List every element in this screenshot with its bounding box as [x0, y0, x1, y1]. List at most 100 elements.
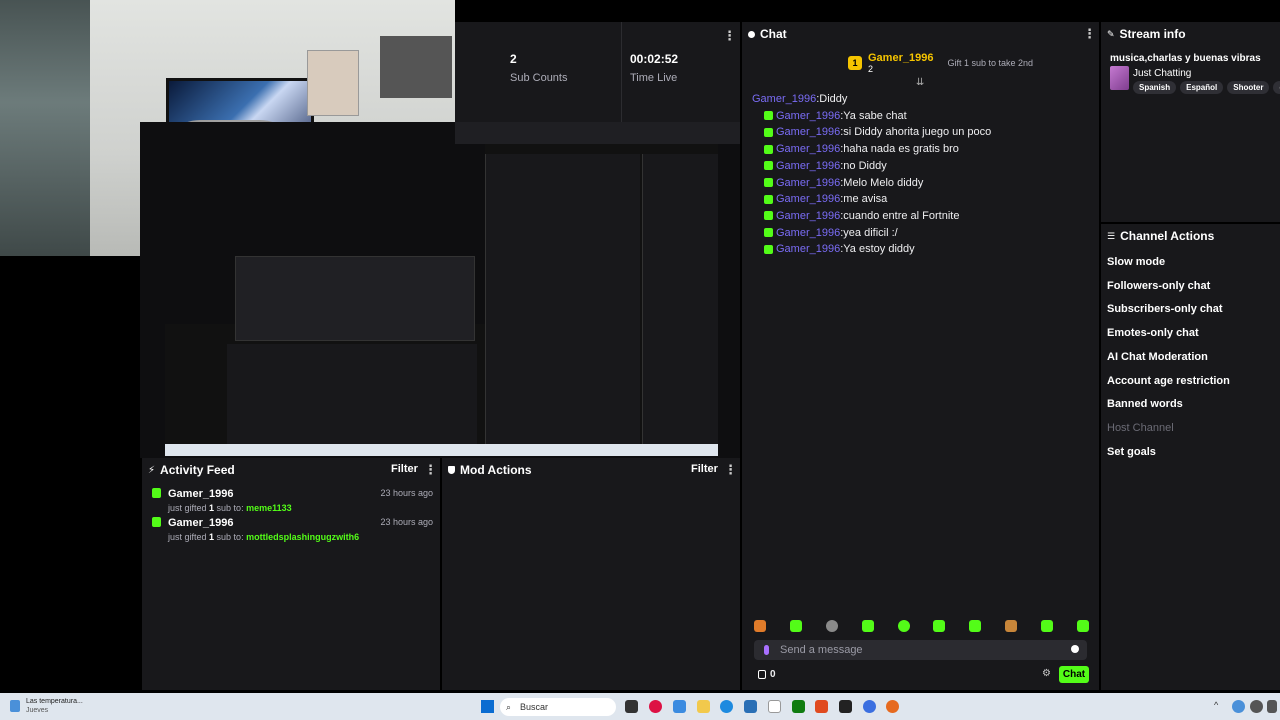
- weather-line-2: Jueves: [26, 707, 49, 714]
- weather-icon[interactable]: [10, 700, 20, 712]
- chat-text: Melo Melo diddy: [843, 176, 924, 189]
- chat-message: Gamer_1996: me avisa: [764, 193, 887, 205]
- panel-title: Mod Actions: [460, 463, 532, 477]
- activity-detail: just gifted 1 sub to: meme1133: [168, 503, 292, 513]
- task-view-icon[interactable]: [625, 700, 638, 713]
- chat-username[interactable]: Gamer_1996: [776, 193, 840, 205]
- stream-preview: [165, 144, 718, 456]
- chat-username[interactable]: Gamer_1996: [776, 210, 840, 222]
- emote-icon[interactable]: [897, 620, 910, 632]
- channel-action-item[interactable]: Subscribers-only chat: [1107, 303, 1223, 315]
- channel-action-item[interactable]: Slow mode: [1107, 256, 1165, 268]
- tag[interactable]: Español: [1180, 81, 1224, 94]
- kebab-menu-icon[interactable]: ⋮: [723, 28, 736, 44]
- emote-icon[interactable]: [754, 620, 766, 632]
- pinned-gifter[interactable]: 1 Gamer_1996 2 Gift 1 sub to take 2nd: [848, 52, 1033, 74]
- filter-button[interactable]: Filter: [691, 463, 718, 475]
- chat-username[interactable]: Gamer_1996: [776, 227, 840, 239]
- stream-tags: SpanishEspañolShooterchill: [1133, 81, 1280, 94]
- emote-icon[interactable]: [1076, 620, 1089, 632]
- battery-icon[interactable]: [1267, 700, 1277, 713]
- subscriber-badge-icon: [764, 144, 773, 154]
- app-icon[interactable]: [649, 700, 662, 713]
- document-icon[interactable]: [768, 700, 781, 713]
- channel-action-item[interactable]: Banned words: [1107, 398, 1183, 410]
- chat-username[interactable]: Gamer_1996: [776, 177, 840, 189]
- panel-title: Stream info: [1119, 27, 1186, 41]
- kebab-menu-icon[interactable]: ⋮: [424, 462, 437, 478]
- chat-username[interactable]: Gamer_1996: [752, 93, 816, 105]
- chat-username[interactable]: Gamer_1996: [776, 143, 840, 155]
- chat-username[interactable]: Gamer_1996: [776, 243, 840, 255]
- microphone-icon[interactable]: [764, 645, 769, 655]
- emote-icon[interactable]: [789, 620, 802, 632]
- activity-time: 23 hours ago: [380, 488, 433, 498]
- pinned-text: Gift 1 sub to take 2nd: [947, 58, 1034, 68]
- category-thumbnail: [1110, 66, 1129, 90]
- app-icon[interactable]: [839, 700, 852, 713]
- network-icon[interactable]: [1232, 700, 1245, 713]
- settings-gear-icon[interactable]: ⚙: [1042, 668, 1051, 679]
- pinned-user: Gamer_1996: [868, 52, 934, 64]
- chat-text: haha nada es gratis bro: [843, 143, 959, 156]
- kebab-menu-icon[interactable]: ⋮: [1083, 26, 1096, 42]
- chat-text: me avisa: [843, 193, 888, 206]
- file-explorer-icon[interactable]: [697, 700, 710, 713]
- chat-message: Gamer_1996: Ya estoy diddy: [764, 243, 915, 255]
- weather-line-1: Las temperatura...: [26, 698, 83, 705]
- kebab-menu-icon[interactable]: ⋮: [724, 462, 737, 478]
- chevron-up-icon[interactable]: ^: [1214, 700, 1227, 713]
- xbox-icon[interactable]: [792, 700, 805, 713]
- emote-icon[interactable]: [825, 620, 838, 632]
- scroll-down-icon[interactable]: ⇊: [916, 77, 924, 88]
- chat-text: Ya sabe chat: [843, 109, 907, 122]
- chat-username[interactable]: Gamer_1996: [776, 110, 840, 122]
- channel-action-item[interactable]: Followers-only chat: [1107, 280, 1210, 292]
- search-icon: ⌕: [506, 702, 512, 712]
- emote-icon[interactable]: [969, 620, 982, 632]
- edge-browser-icon[interactable]: [720, 700, 733, 713]
- firefox-icon[interactable]: [886, 700, 899, 713]
- chat-input[interactable]: Send a message: [754, 640, 1087, 660]
- start-icon[interactable]: [481, 700, 494, 713]
- app-icon[interactable]: [815, 700, 828, 713]
- chat-message: Gamer_1996: yea dificil :/: [764, 227, 898, 239]
- activity-time: 23 hours ago: [380, 517, 433, 527]
- chat-message: Gamer_1996: Melo Melo diddy: [764, 177, 923, 189]
- tag[interactable]: Spanish: [1133, 81, 1177, 94]
- emote-icon[interactable]: [933, 620, 946, 632]
- channel-action-item: Host Channel: [1107, 421, 1174, 434]
- lightning-icon: ⚡: [148, 464, 156, 476]
- filter-button[interactable]: Filter: [391, 463, 418, 475]
- taskbar-search[interactable]: ⌕ Buscar: [500, 698, 616, 716]
- emoji-icon[interactable]: [1071, 645, 1079, 653]
- activity-item: Gamer_1996 just gifted 1 sub to: mottled…: [152, 517, 433, 542]
- channel-action-item[interactable]: AI Chat Moderation: [1107, 351, 1208, 363]
- pinned-count: 2: [868, 64, 874, 74]
- chat-text: si Diddy ahorita juego un poco: [843, 126, 992, 139]
- stream-category[interactable]: Just Chatting: [1133, 68, 1191, 79]
- emote-icon[interactable]: [1041, 620, 1053, 632]
- mod-actions-header: Mod Actions: [448, 463, 532, 477]
- app-icon[interactable]: [863, 700, 876, 713]
- stat-time-live: 00:02:52 Time Live: [630, 52, 678, 84]
- channel-action-item[interactable]: Set goals: [1107, 446, 1156, 458]
- channel-points-icon[interactable]: [758, 670, 766, 679]
- subscriber-badge-icon: [764, 127, 773, 137]
- chat-username[interactable]: Gamer_1996: [776, 160, 840, 172]
- chat-send-button[interactable]: Chat: [1059, 666, 1089, 683]
- channel-action-item[interactable]: Account age restriction: [1107, 375, 1230, 387]
- tag[interactable]: chill: [1273, 81, 1280, 94]
- volume-icon[interactable]: [1250, 700, 1263, 713]
- tag[interactable]: Shooter: [1227, 81, 1270, 94]
- channel-action-item[interactable]: Emotes-only chat: [1107, 327, 1199, 339]
- preview-toolbar: [455, 122, 740, 144]
- search-placeholder: Buscar: [520, 702, 549, 712]
- chat-input-placeholder: Send a message: [780, 644, 863, 656]
- app-icon[interactable]: [673, 700, 686, 713]
- emote-icon[interactable]: [1005, 620, 1018, 632]
- emote-icon[interactable]: [861, 620, 874, 632]
- chat-username[interactable]: Gamer_1996: [776, 126, 840, 138]
- app-icon[interactable]: [744, 700, 757, 713]
- poster: [380, 36, 452, 98]
